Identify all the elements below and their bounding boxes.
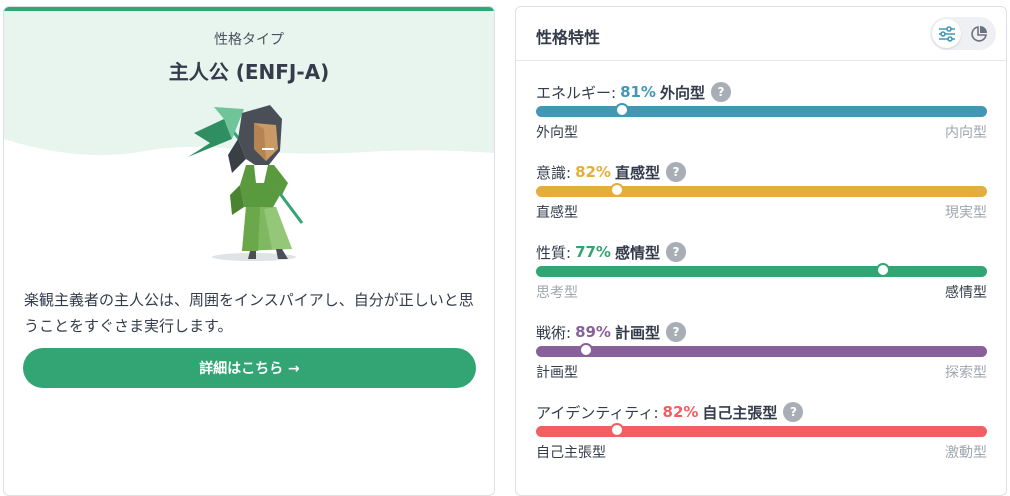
- trait-percent: 77%: [575, 243, 611, 261]
- learn-more-button[interactable]: 詳細はこちら →: [23, 348, 476, 388]
- trait-percent: 82%: [662, 403, 699, 421]
- trait-bar: [536, 106, 987, 117]
- trait-left-end: 直感型: [536, 205, 578, 221]
- trait-bar: [536, 346, 987, 357]
- trait-endpoints: 自己主張型 激動型: [536, 442, 987, 462]
- trait-heading: 性質: 77% 感情型 ?: [536, 241, 686, 263]
- trait-type: 自己主張型: [702, 403, 778, 422]
- personality-type-card: 性格タイプ 主人公 (ENFJ-A) 楽観主義者の主人公は、周囲をインスパイアし…: [3, 6, 495, 496]
- trait-slider-knob: [614, 103, 629, 117]
- trait-label: エネルギー:: [536, 83, 617, 102]
- trait-type: 感情型: [614, 243, 660, 262]
- sliders-view-button[interactable]: [932, 19, 961, 48]
- help-icon[interactable]: ?: [665, 242, 686, 262]
- trait-right-end: 探索型: [945, 365, 987, 381]
- trait-endpoints: 外向型 内向型: [536, 122, 987, 142]
- trait-label: 意識:: [536, 163, 572, 182]
- view-toggle: [930, 17, 996, 50]
- trait-label: アイデンティティ:: [536, 403, 659, 422]
- trait-bar: [536, 266, 987, 277]
- trait-slider-knob: [578, 343, 593, 357]
- trait-percent: 81%: [620, 83, 656, 101]
- pie-chart-icon: [970, 25, 987, 42]
- trait-left-end: 思考型: [536, 285, 578, 301]
- help-icon[interactable]: ?: [783, 402, 804, 422]
- trait-right-end: 現実型: [945, 205, 987, 221]
- protagonist-illustration: [188, 105, 304, 261]
- trait-heading: エネルギー: 81% 外向型 ?: [536, 81, 731, 103]
- help-icon[interactable]: ?: [665, 322, 686, 342]
- trait-endpoints: 直感型 現実型: [536, 202, 987, 222]
- type-name: 主人公 (ENFJ-A): [168, 60, 330, 84]
- sliders-icon: [938, 25, 955, 42]
- trait-endpoints: 計画型 探索型: [536, 362, 987, 382]
- trait-heading: 意識: 82% 直感型 ?: [536, 161, 686, 183]
- trait-type: 計画型: [614, 323, 660, 342]
- trait-endpoints: 思考型 感情型: [536, 282, 987, 302]
- trait-row: エネルギー: 81% 外向型 ? 外向型 内向型: [536, 81, 987, 145]
- trait-label: 性質:: [536, 243, 572, 262]
- trait-row: 戦術: 89% 計画型 ? 計画型 探索型: [536, 321, 987, 385]
- trait-label: 戦術:: [536, 323, 572, 342]
- trait-left-end: 自己主張型: [536, 445, 606, 461]
- trait-bar: [536, 186, 987, 197]
- help-icon[interactable]: ?: [665, 162, 686, 182]
- traits-title: 性格特性: [536, 28, 601, 47]
- trait-percent: 82%: [575, 163, 611, 181]
- trait-bar: [536, 426, 987, 437]
- trait-right-end: 内向型: [945, 125, 987, 141]
- trait-row: 意識: 82% 直感型 ? 直感型 現実型: [536, 161, 987, 225]
- help-icon[interactable]: ?: [710, 82, 731, 102]
- trait-percent: 89%: [575, 323, 611, 341]
- type-description: 楽観主義者の主人公は、周囲をインスパイアし、自分が正しいと思うことをすぐさま実行…: [24, 291, 474, 335]
- trait-right-end: 感情型: [945, 285, 987, 301]
- trait-row: アイデンティティ: 82% 自己主張型 ? 自己主張型 激動型: [536, 401, 987, 465]
- traits-header: 性格特性: [516, 7, 1006, 61]
- traits-card: 性格特性 エネルギー: 81% 外向型 ? 外向型 内向型 意識: 82% 直感…: [515, 6, 1007, 496]
- trait-left-end: 計画型: [536, 365, 578, 381]
- trait-row: 性質: 77% 感情型 ? 思考型 感情型: [536, 241, 987, 305]
- trait-heading: アイデンティティ: 82% 自己主張型 ?: [536, 401, 804, 423]
- pie-view-button[interactable]: [964, 19, 993, 48]
- trait-right-end: 激動型: [945, 445, 987, 461]
- type-label: 性格タイプ: [214, 32, 284, 48]
- trait-left-end: 外向型: [536, 125, 578, 141]
- trait-type: 外向型: [659, 83, 705, 102]
- trait-type: 直感型: [614, 163, 660, 182]
- trait-heading: 戦術: 89% 計画型 ?: [536, 321, 686, 343]
